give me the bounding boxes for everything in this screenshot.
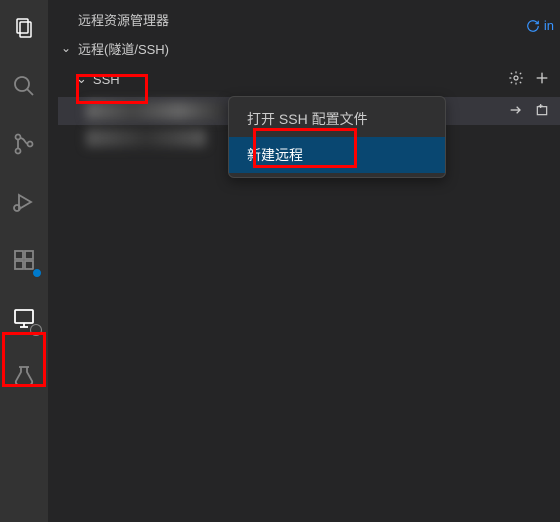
- tree-node-ssh[interactable]: ⌄ SSH: [58, 65, 560, 93]
- activity-bar: [0, 0, 48, 522]
- remote-explorer-panel: 远程资源管理器 ⌄ 远程(隧道/SSH) ⌄ SSH: [48, 0, 560, 522]
- search-icon[interactable]: [0, 66, 48, 106]
- update-badge-icon: [32, 268, 42, 278]
- remote-explorer-icon[interactable]: [0, 298, 48, 338]
- remote-badge-icon: [30, 324, 42, 336]
- testing-icon[interactable]: [0, 356, 48, 396]
- extensions-icon[interactable]: [0, 240, 48, 280]
- plus-icon[interactable]: [534, 70, 550, 89]
- scm-icon[interactable]: [0, 124, 48, 164]
- top-right-hint: in: [526, 18, 554, 33]
- chevron-down-icon: ⌄: [76, 71, 87, 87]
- chevron-down-icon: ⌄: [58, 41, 74, 55]
- explorer-icon[interactable]: [0, 8, 48, 48]
- panel-title: 远程资源管理器: [48, 0, 560, 37]
- gear-icon[interactable]: [508, 70, 524, 89]
- arrow-right-icon[interactable]: [508, 102, 524, 121]
- host-sub-redacted: [86, 129, 206, 147]
- menu-open-ssh-config[interactable]: 打开 SSH 配置文件: [229, 101, 445, 137]
- host-name-redacted: [86, 102, 226, 120]
- tree-root-label: 远程(隧道/SSH): [78, 39, 169, 58]
- ssh-context-menu: 打开 SSH 配置文件 新建远程: [228, 96, 446, 178]
- tree-root-remote[interactable]: ⌄ 远程(隧道/SSH): [58, 37, 560, 59]
- new-window-icon[interactable]: [534, 102, 550, 121]
- ssh-label: SSH: [93, 72, 120, 87]
- menu-new-remote[interactable]: 新建远程: [229, 137, 445, 173]
- debug-icon[interactable]: [0, 182, 48, 222]
- sync-icon: [526, 19, 540, 33]
